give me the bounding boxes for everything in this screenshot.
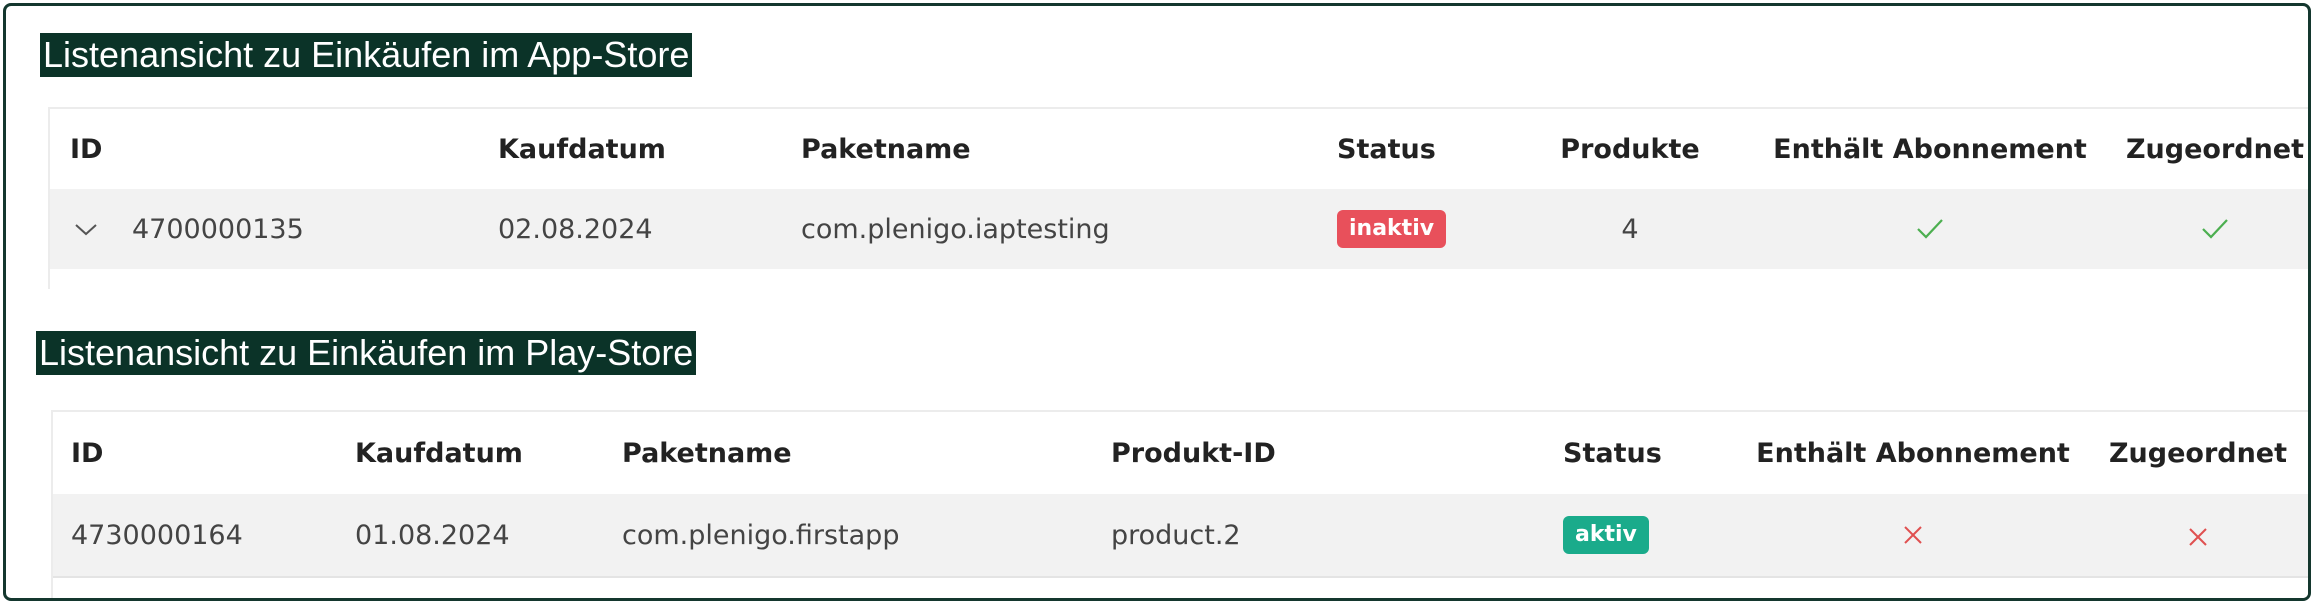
column-header-assigned[interactable]: Zugeordnet [2093, 412, 2303, 494]
column-header-package-name[interactable]: Paketname [801, 109, 971, 189]
column-header-id[interactable]: ID [71, 412, 103, 494]
check-icon [2110, 189, 2308, 269]
purchase-id-link[interactable]: 4700000135 [132, 189, 304, 269]
column-header-purchase-date[interactable]: Kaufdatum [498, 109, 666, 189]
column-header-contains-subscription[interactable]: Enthält Abonnement [1753, 412, 2073, 494]
table-header: ID Kaufdatum Paketname Status Produkte E… [50, 109, 2308, 189]
column-header-status[interactable]: Status [1337, 109, 1436, 189]
screenshot-frame: Listenansicht zu Einkäufen im App-Store … [3, 3, 2311, 601]
table-row[interactable]: 4730000164 01.08.2024 com.plenigo.firsta… [53, 494, 2308, 576]
play-store-table: ID Kaufdatum Paketname Produkt-ID Status… [51, 410, 2308, 598]
check-icon [1770, 189, 2090, 269]
purchase-date: 02.08.2024 [498, 213, 653, 245]
column-header-package-name[interactable]: Paketname [622, 412, 792, 494]
row-divider [53, 576, 2308, 578]
product-id: product.2 [1111, 519, 1241, 551]
table-header: ID Kaufdatum Paketname Produkt-ID Status… [53, 412, 2308, 494]
column-header-product-id[interactable]: Produkt-ID [1111, 412, 1276, 494]
purchase-date: 01.08.2024 [355, 519, 510, 551]
play-store-heading: Listenansicht zu Einkäufen im Play-Store [36, 331, 697, 375]
column-header-id[interactable]: ID [70, 109, 102, 189]
app-store-heading: Listenansicht zu Einkäufen im App-Store [40, 33, 693, 77]
column-header-assigned[interactable]: Zugeordnet [2110, 109, 2308, 189]
package-name: com.plenigo.firstapp [622, 519, 900, 551]
app-store-table: ID Kaufdatum Paketname Status Produkte E… [48, 107, 2308, 289]
products-count: 4 [1621, 213, 1639, 245]
column-header-status[interactable]: Status [1563, 412, 1662, 494]
column-header-contains-subscription[interactable]: Enthält Abonnement [1770, 109, 2090, 189]
cross-icon [2093, 494, 2303, 576]
chevron-down-icon[interactable] [72, 189, 100, 269]
status-badge: inaktiv [1337, 210, 1447, 248]
column-header-products[interactable]: Produkte [1530, 109, 1730, 189]
status-cell: aktiv [1563, 494, 1649, 576]
column-header-purchase-date[interactable]: Kaufdatum [355, 412, 523, 494]
status-badge: aktiv [1563, 516, 1649, 554]
package-name: com.plenigo.iaptesting [801, 213, 1110, 245]
cross-icon [1753, 494, 2073, 576]
status-cell: inaktiv [1337, 189, 1447, 269]
purchase-id-link[interactable]: 4730000164 [71, 494, 243, 576]
table-row[interactable]: 4700000135 02.08.2024 com.plenigo.iaptes… [50, 189, 2308, 269]
